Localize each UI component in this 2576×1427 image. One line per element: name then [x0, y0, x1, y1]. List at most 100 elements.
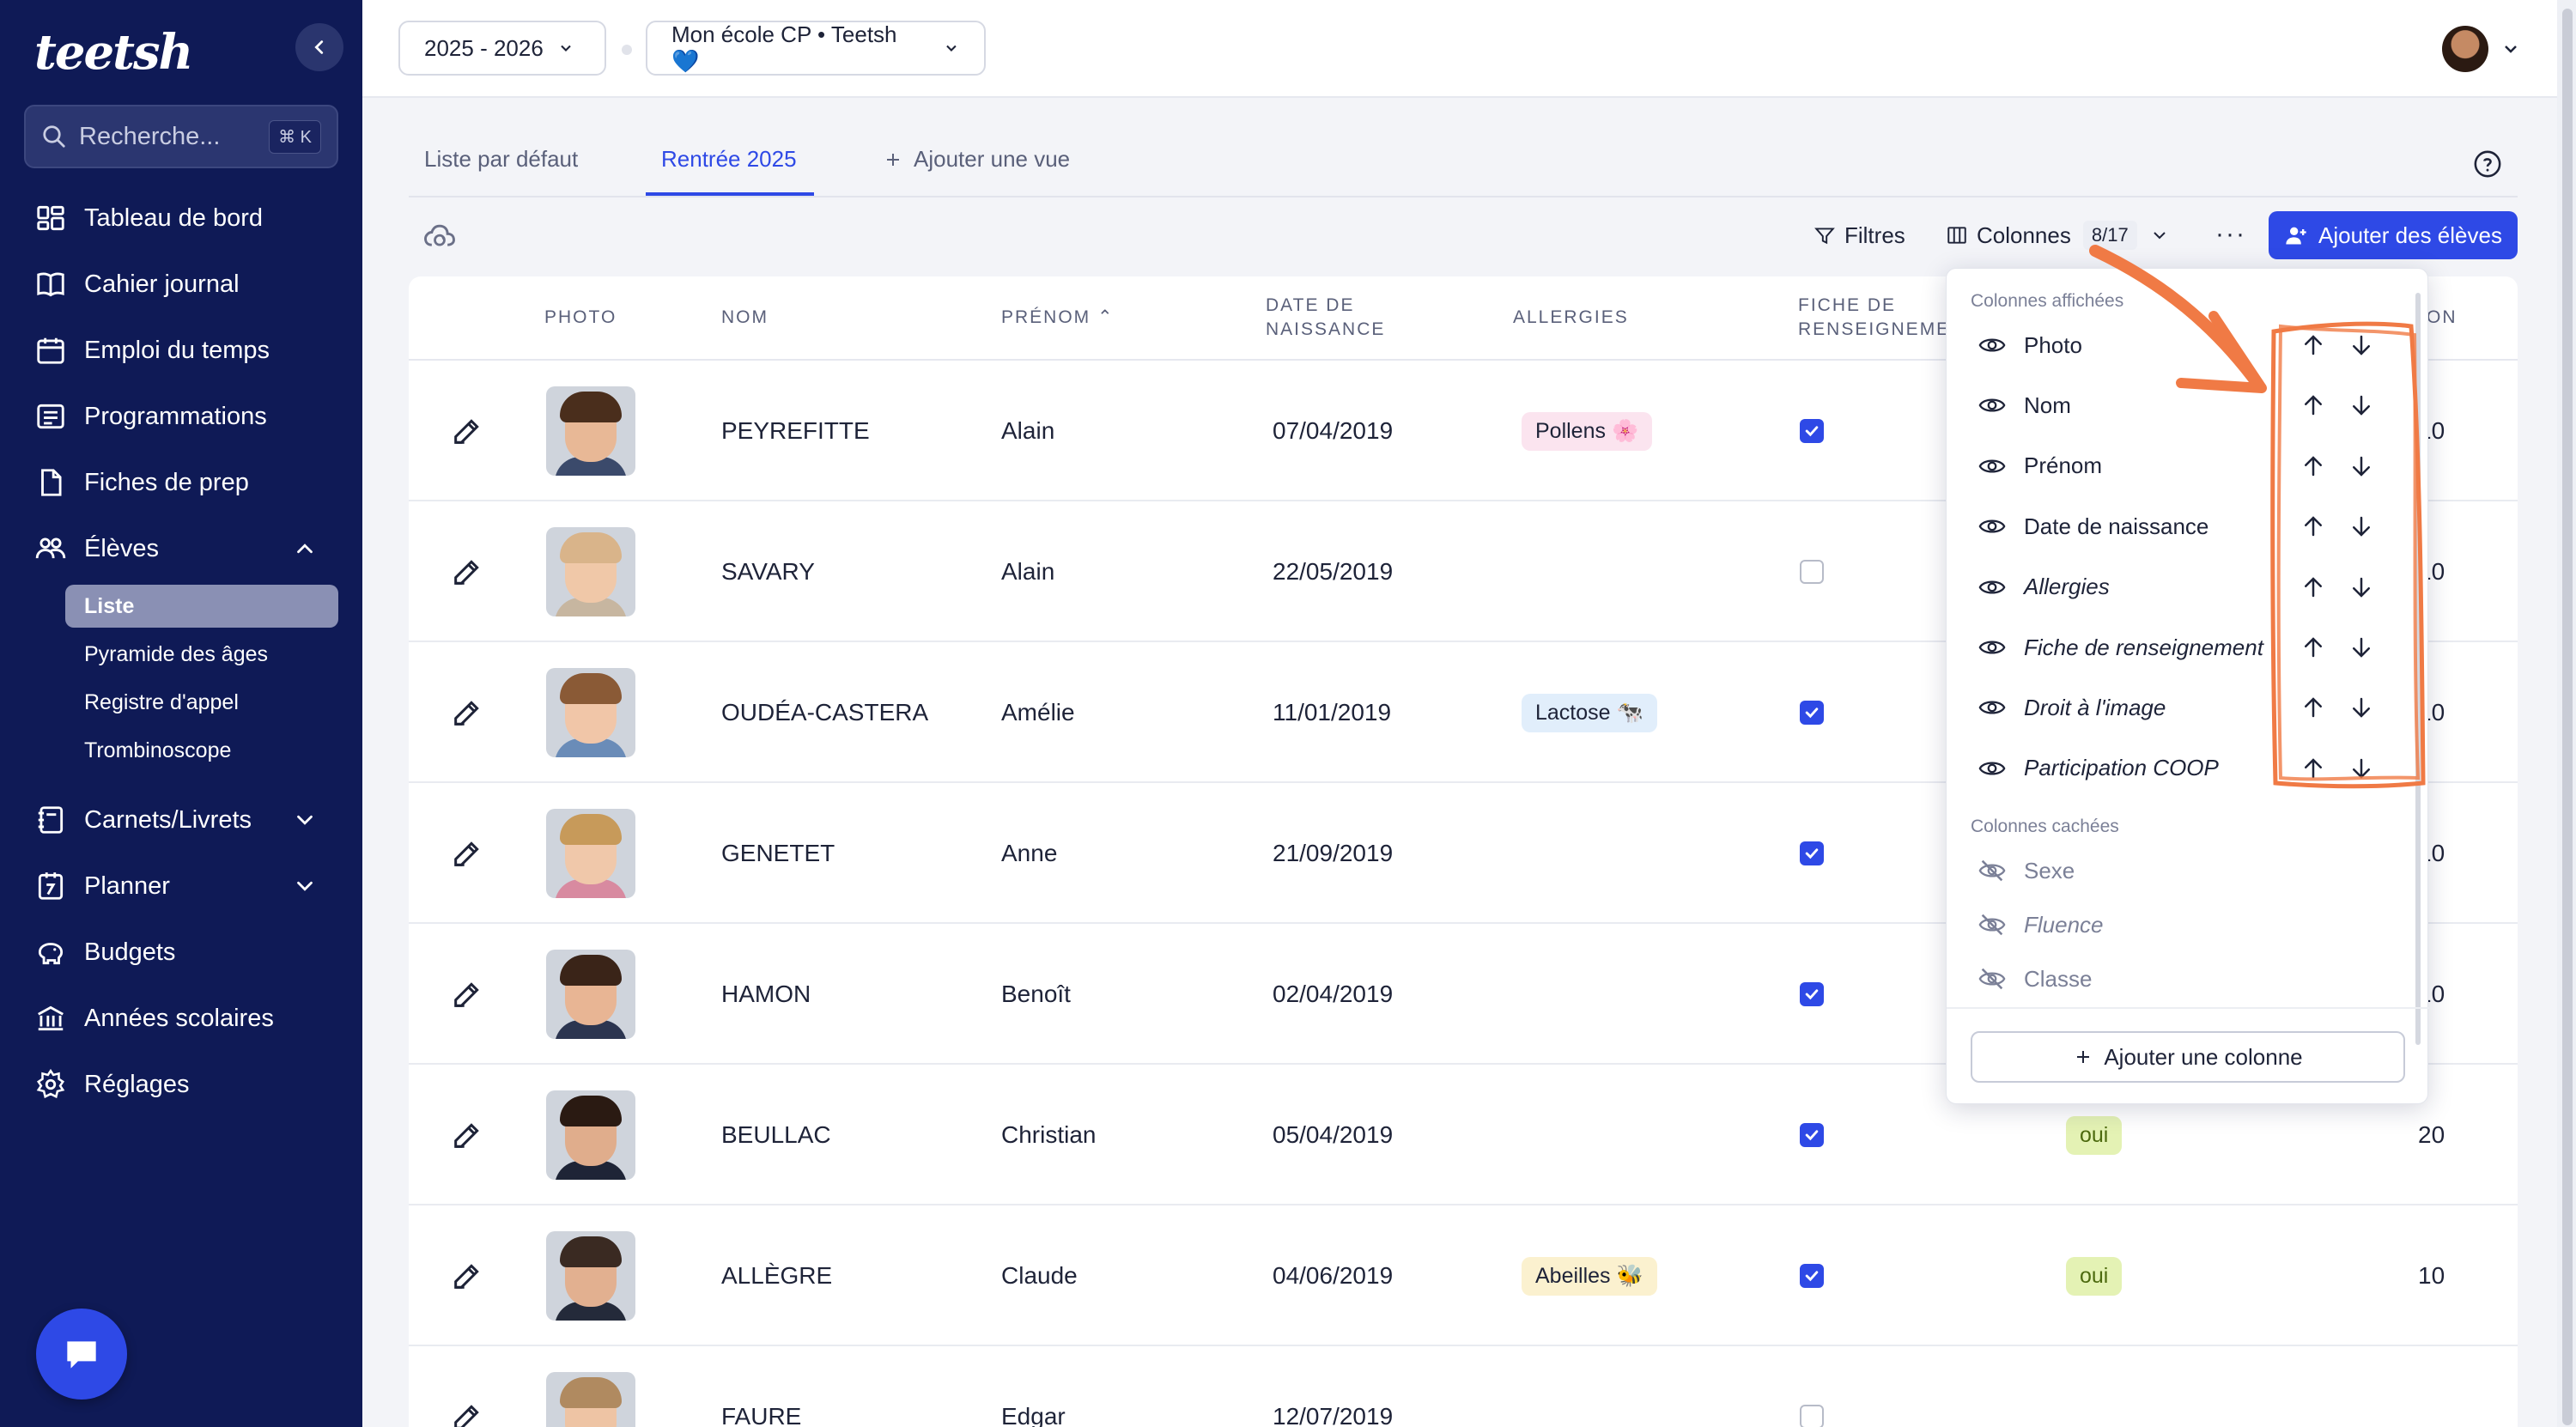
user-avatar[interactable]: [2442, 26, 2488, 72]
checkbox-checked[interactable]: [1800, 841, 1824, 865]
eye-icon[interactable]: [1978, 512, 2007, 541]
shown-column-item[interactable]: Participation COOP: [1978, 747, 2219, 790]
eye-icon[interactable]: [1978, 452, 2007, 481]
checkbox-checked[interactable]: [1800, 1264, 1824, 1288]
table-row[interactable]: FAURE Edgar 12/07/2019: [409, 1346, 2518, 1427]
school-year-select[interactable]: 2025 - 2026: [398, 21, 606, 76]
move-up-arrow-icon[interactable]: [2300, 574, 2326, 600]
move-down-arrow-icon[interactable]: [2348, 332, 2374, 358]
nav-emploi-du-temps[interactable]: Emploi du temps: [34, 325, 335, 376]
add-students-button[interactable]: Ajouter des élèves: [2269, 211, 2518, 259]
header-prenom[interactable]: PRÉNOM ⌃: [1001, 276, 1115, 359]
edit-icon[interactable]: [450, 555, 484, 589]
shown-column-item[interactable]: Date de naissance: [1978, 505, 2208, 548]
header-photo[interactable]: PHOTO: [544, 276, 617, 359]
cell-fiche[interactable]: [1800, 1346, 1824, 1427]
columns-button[interactable]: Colonnes 8/17: [1946, 218, 2178, 252]
hidden-column-item[interactable]: Classe: [1978, 957, 2092, 1000]
shown-column-item[interactable]: Photo: [1978, 324, 2082, 367]
chevron-down-icon[interactable]: [292, 807, 318, 833]
header-date-naissance[interactable]: DATE DE NAISSANCE: [1266, 276, 1385, 359]
nav-programmations[interactable]: Programmations: [34, 391, 335, 442]
checkbox-unchecked[interactable]: [1800, 1405, 1824, 1427]
move-up-arrow-icon[interactable]: [2300, 695, 2326, 720]
school-select[interactable]: Mon école CP • Teetsh 💙: [646, 21, 986, 76]
move-up-arrow-icon[interactable]: [2300, 453, 2326, 479]
edit-icon[interactable]: [450, 836, 484, 871]
move-down-arrow-icon[interactable]: [2348, 513, 2374, 539]
shown-column-item[interactable]: Fiche de renseignement: [1978, 626, 2263, 669]
shown-column-item[interactable]: Nom: [1978, 384, 2071, 427]
sub-item-trombinoscope[interactable]: Trombinoscope: [84, 733, 231, 768]
cell-fiche[interactable]: [1800, 501, 1824, 642]
help-icon[interactable]: [2473, 149, 2502, 179]
header-allergies[interactable]: ALLERGIES: [1513, 276, 1629, 359]
shown-column-item[interactable]: Droit à l'image: [1978, 686, 2166, 729]
eye-off-icon[interactable]: [1978, 856, 2007, 885]
checkbox-checked[interactable]: [1800, 419, 1824, 443]
move-up-arrow-icon[interactable]: [2300, 756, 2326, 781]
move-up-arrow-icon[interactable]: [2300, 392, 2326, 418]
eye-icon[interactable]: [1978, 391, 2007, 420]
header-last-column[interactable]: ON: [2427, 276, 2458, 359]
chevron-down-icon[interactable]: [2500, 39, 2521, 59]
nav-tableau-de-bord[interactable]: Tableau de bord: [34, 192, 335, 244]
eye-icon[interactable]: [1978, 633, 2007, 662]
sub-item-pyramide[interactable]: Pyramide des âges: [84, 637, 268, 671]
edit-icon[interactable]: [450, 1118, 484, 1152]
cell-fiche[interactable]: [1800, 783, 1824, 924]
edit-icon[interactable]: [450, 1259, 484, 1293]
shown-column-item[interactable]: Prénom: [1978, 445, 2102, 488]
table-row[interactable]: ALLÈGRE Claude 04/06/2019 Abeilles 🐝 oui…: [409, 1205, 2518, 1346]
chat-support-button[interactable]: [36, 1309, 127, 1400]
search-box[interactable]: Recherche... ⌘ K: [24, 105, 338, 168]
shown-column-item[interactable]: Allergies: [1978, 566, 2110, 609]
nav-planner[interactable]: Planner: [34, 860, 335, 912]
chevron-up-icon[interactable]: [292, 536, 318, 562]
edit-icon[interactable]: [450, 695, 484, 730]
nav-reglages[interactable]: Réglages: [34, 1059, 335, 1110]
cloud-sync-icon[interactable]: [421, 218, 459, 256]
chevron-down-icon[interactable]: [292, 873, 318, 899]
move-down-arrow-icon[interactable]: [2348, 574, 2374, 600]
nav-eleves[interactable]: Élèves: [34, 523, 335, 574]
nav-fiches-de-prep[interactable]: Fiches de prep: [34, 457, 335, 508]
collapse-sidebar-button[interactable]: [295, 23, 343, 71]
move-down-arrow-icon[interactable]: [2348, 453, 2374, 479]
eye-icon[interactable]: [1978, 573, 2007, 602]
nav-budgets[interactable]: Budgets: [34, 926, 335, 978]
edit-icon[interactable]: [450, 414, 484, 448]
sub-item-registre[interactable]: Registre d'appel: [84, 685, 239, 720]
tab-add-view[interactable]: Ajouter une vue: [883, 146, 1070, 173]
edit-icon[interactable]: [450, 977, 484, 1011]
nav-cahier-journal[interactable]: Cahier journal: [34, 258, 335, 310]
cell-fiche[interactable]: [1800, 1065, 1824, 1205]
filters-button[interactable]: Filtres: [1814, 218, 1905, 252]
checkbox-checked[interactable]: [1800, 1123, 1824, 1147]
eye-icon[interactable]: [1978, 754, 2007, 783]
tab-rentree-2025[interactable]: Rentrée 2025: [661, 146, 797, 173]
header-nom[interactable]: NOM: [721, 276, 769, 359]
move-down-arrow-icon[interactable]: [2348, 635, 2374, 660]
teetsh-logo[interactable]: teetsh: [34, 24, 193, 81]
header-fiche[interactable]: FICHE DE RENSEIGNEMENT: [1798, 276, 1953, 359]
move-up-arrow-icon[interactable]: [2300, 332, 2326, 358]
eye-off-icon[interactable]: [1978, 910, 2007, 939]
more-options-button[interactable]: ···: [2215, 220, 2246, 249]
hidden-column-item[interactable]: Fluence: [1978, 903, 2104, 946]
checkbox-unchecked[interactable]: [1800, 560, 1824, 584]
move-up-arrow-icon[interactable]: [2300, 513, 2326, 539]
add-column-button[interactable]: Ajouter une colonne: [1971, 1031, 2405, 1083]
move-up-arrow-icon[interactable]: [2300, 635, 2326, 660]
popover-scrollbar[interactable]: [2415, 293, 2421, 1045]
hidden-column-item[interactable]: Sexe: [1978, 849, 2075, 892]
move-down-arrow-icon[interactable]: [2348, 756, 2374, 781]
tab-liste-par-defaut[interactable]: Liste par défaut: [424, 146, 578, 173]
nav-carnets-livrets[interactable]: Carnets/Livrets: [34, 794, 335, 846]
sub-item-liste[interactable]: Liste: [84, 589, 134, 623]
eye-icon[interactable]: [1978, 693, 2007, 722]
move-down-arrow-icon[interactable]: [2348, 695, 2374, 720]
nav-annees-scolaires[interactable]: Années scolaires: [34, 993, 335, 1044]
cell-fiche[interactable]: [1800, 642, 1824, 783]
eye-off-icon[interactable]: [1978, 964, 2007, 993]
